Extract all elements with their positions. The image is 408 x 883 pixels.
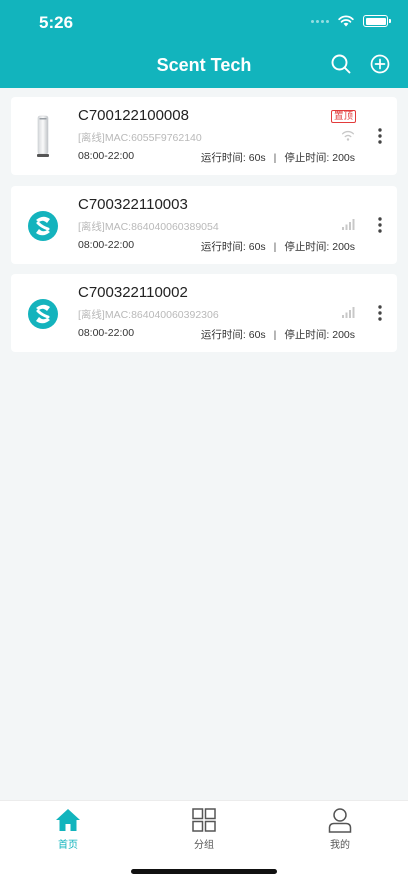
grid-icon — [192, 808, 216, 832]
home-icon — [56, 809, 80, 831]
time-separator: | — [273, 152, 277, 164]
device-mac: [离线]MAC:6055F9762140 — [78, 132, 202, 144]
cellular-signal-icon — [342, 307, 355, 318]
device-name: C700322110003 — [78, 196, 188, 213]
tab-home[interactable]: 首页 — [28, 807, 108, 851]
search-icon[interactable] — [330, 53, 352, 75]
stop-time: 停止时间: 200s — [284, 329, 355, 341]
battery-icon — [363, 15, 391, 27]
tab-mine-label: 我的 — [330, 840, 350, 851]
home-indicator — [131, 869, 277, 874]
device-hours: 08:00-22:00 — [78, 150, 135, 162]
device-mac: [离线]MAC:864040060392306 — [78, 309, 219, 321]
scent-tech-logo-icon — [28, 299, 58, 329]
device-times: 运行时间: 60s | 停止时间: 200s — [201, 150, 355, 165]
more-options-icon[interactable] — [377, 216, 383, 234]
wifi-icon — [341, 130, 355, 141]
run-time: 运行时间: 60s — [200, 152, 266, 164]
device-times: 运行时间: 60s | 停止时间: 200s — [201, 239, 355, 254]
stop-time: 停止时间: 200s — [284, 241, 355, 253]
status-indicators — [311, 15, 391, 27]
device-name: C700322110002 — [78, 284, 188, 301]
tab-group[interactable]: 分组 — [164, 807, 244, 851]
tab-mine[interactable]: 我的 — [300, 807, 380, 851]
run-time: 运行时间: 60s — [200, 329, 266, 341]
cellular-signal-icon — [342, 219, 355, 230]
user-icon — [328, 808, 352, 833]
device-hours: 08:00-22:00 — [78, 239, 135, 251]
device-times: 运行时间: 60s | 停止时间: 200s — [201, 327, 355, 342]
device-card[interactable]: C700122100008 [离线]MAC:6055F9762140 08:00… — [11, 97, 397, 175]
cell-signal-icon — [311, 19, 329, 23]
device-name: C700122100008 — [78, 107, 189, 124]
scent-tech-logo-icon — [28, 211, 58, 241]
wifi-status-icon — [338, 15, 354, 27]
run-time: 运行时间: 60s — [200, 241, 266, 253]
stop-time: 停止时间: 200s — [284, 152, 355, 164]
device-hours: 08:00-22:00 — [78, 327, 135, 339]
diffuser-device-image — [37, 115, 49, 157]
time-separator: | — [273, 329, 277, 341]
pin-badge: 置顶 — [330, 110, 356, 123]
device-card[interactable]: C700322110003 [离线]MAC:864040060389054 08… — [11, 186, 397, 264]
device-card[interactable]: C700322110002 [离线]MAC:864040060392306 08… — [11, 274, 397, 352]
time-separator: | — [273, 241, 277, 253]
tab-home-label: 首页 — [58, 840, 78, 851]
device-mac: [离线]MAC:864040060389054 — [78, 221, 219, 233]
app-header: 5:26 Scent Tech — [0, 0, 408, 88]
add-device-icon[interactable] — [369, 53, 391, 75]
more-options-icon[interactable] — [377, 127, 383, 145]
more-options-icon[interactable] — [377, 304, 383, 322]
status-time: 5:26 — [39, 13, 74, 32]
tab-group-label: 分组 — [194, 840, 214, 851]
